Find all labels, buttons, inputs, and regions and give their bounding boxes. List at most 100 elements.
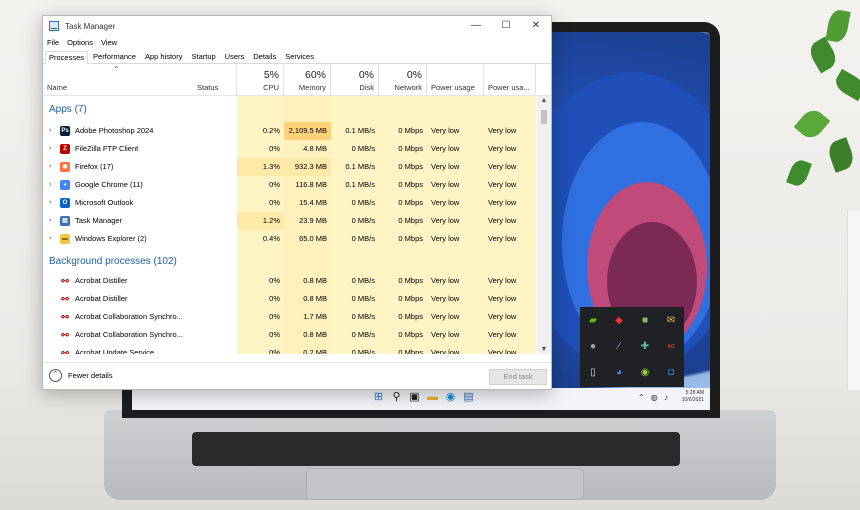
table-row[interactable]: ⚯ Acrobat Collaboration Synchro... 0% 0.8 M…: [43, 326, 536, 344]
table-row[interactable]: ⚯ Acrobat Distiller 0% 0.8 MB 0 MB/s 0 Mbps Ve…: [43, 272, 536, 290]
tab-app-history[interactable]: App history: [141, 50, 187, 63]
scroll-down-icon[interactable]: ▼: [537, 346, 551, 353]
memory-cell: 0.8 MB: [303, 276, 327, 285]
minimize-button[interactable]: —: [461, 16, 491, 36]
power-trend-cell: Very low: [488, 216, 517, 225]
disk-cell: 0 MB/s: [351, 234, 375, 243]
tab-startup[interactable]: Startup: [187, 50, 219, 63]
tab-users[interactable]: Users: [221, 50, 249, 63]
dropbox-icon[interactable]: ●: [580, 333, 606, 359]
group-header-background[interactable]: Background processes (102): [43, 254, 536, 272]
outlook-tray-icon[interactable]: ◘: [658, 359, 684, 385]
link-icon[interactable]: ∞: [658, 333, 684, 359]
network-cell: 0 Mbps: [398, 276, 423, 285]
process-name: Firefox (17): [75, 162, 114, 171]
chat-icon[interactable]: ■: [632, 307, 658, 333]
chevron-right-icon[interactable]: ›: [49, 194, 51, 212]
search-icon[interactable]: ⚲: [390, 391, 403, 404]
acrobat-icon: ⚯: [61, 348, 69, 354]
menu-view[interactable]: View: [101, 38, 117, 47]
file-explorer-icon[interactable]: ▬: [426, 391, 439, 404]
table-row[interactable]: › ◉ Firefox (17) 1.3% 932.3 MB 0.1 MB/s 0 Mbps…: [43, 158, 536, 176]
header-memory[interactable]: 60% Memory: [284, 64, 331, 95]
green-app-icon[interactable]: ◉: [632, 359, 658, 385]
cpu-cell: 0%: [269, 330, 280, 339]
menu-bar: File Options View: [43, 36, 551, 49]
nvidia-icon[interactable]: ▰: [580, 307, 606, 333]
header-status[interactable]: Status: [193, 64, 237, 95]
mail-icon[interactable]: ✉: [658, 307, 684, 333]
memory-cell: 1.7 MB: [303, 312, 327, 321]
chrome-tray-icon[interactable]: ◕: [606, 359, 632, 385]
acrobat-icon: ⚯: [61, 330, 69, 340]
vertical-scrollbar[interactable]: ▲ ▼: [537, 96, 551, 354]
table-row[interactable]: › ▬ Windows Explorer (2) 0.4% 65.0 MB 0 MB/s 0…: [43, 230, 536, 248]
tab-performance[interactable]: Performance: [89, 50, 140, 63]
header-cpu[interactable]: 5% CPU: [237, 64, 284, 95]
table-row[interactable]: › Ps Adobe Photoshop 2024 0.2% 2,109.5 MB 0.1…: [43, 122, 536, 140]
sort-up-icon: ⌃: [113, 65, 120, 74]
table-row[interactable]: › ▤ Task Manager 1.2% 23.9 MB 0 MB/s 0 Mbps Ver…: [43, 212, 536, 230]
tray-icons[interactable]: ⌃ ◍ ♪: [638, 393, 670, 402]
table-row[interactable]: ⚯ Acrobat Update Service 0% 0.2 MB 0 MB/s 0 M…: [43, 344, 536, 354]
tab-services[interactable]: Services: [281, 50, 318, 63]
cpu-cell: 0.4%: [262, 234, 280, 243]
network-cell: 0 Mbps: [398, 198, 423, 207]
header-power-usage[interactable]: Power usage: [427, 64, 484, 95]
plant-leaf: [825, 8, 851, 44]
chevron-right-icon[interactable]: ›: [49, 212, 51, 230]
puzzle-icon[interactable]: ✚: [632, 333, 658, 359]
table-row[interactable]: › O Microsoft Outlook 0% 15.4 MB 0 MB/s 0 Mbps…: [43, 194, 536, 212]
tab-details[interactable]: Details: [249, 50, 280, 63]
memory-cell: 15.4 MB: [299, 198, 327, 207]
scrollbar-thumb[interactable]: [541, 110, 547, 124]
disk-cell: 0.1 MB/s: [345, 126, 375, 135]
power-trend-cell: Very low: [488, 330, 517, 339]
task-view-icon[interactable]: ▣: [408, 391, 421, 404]
process-name: Acrobat Collaboration Synchro...: [75, 330, 183, 339]
tray-overflow-popup: ▰ ◆ ■ ✉ ● ∕ ✚ ∞ ▯ ◕ ◉ ◘: [580, 307, 684, 387]
note-icon[interactable]: ▯: [580, 359, 606, 385]
chevron-right-icon[interactable]: ›: [49, 140, 51, 158]
edge-icon[interactable]: ◉: [444, 391, 457, 404]
table-row[interactable]: › ◕ Google Chrome (11) 0% 116.8 MB 0.1 MB/s 0 …: [43, 176, 536, 194]
table-row[interactable]: › Z FileZilla FTP Client 0% 4.8 MB 0 MB/s 0 Mb…: [43, 140, 536, 158]
group-header-apps[interactable]: Apps (7): [43, 102, 536, 120]
menu-file[interactable]: File: [47, 38, 59, 47]
feather-icon[interactable]: ∕: [606, 333, 632, 359]
network-cell: 0 Mbps: [398, 294, 423, 303]
table-row[interactable]: ⚯ Acrobat Distiller 0% 0.8 MB 0 MB/s 0 Mbps Ve…: [43, 290, 536, 308]
header-network[interactable]: 0% Network: [379, 64, 427, 95]
memory-cell: 0.8 MB: [303, 330, 327, 339]
chevron-right-icon[interactable]: ›: [49, 122, 51, 140]
chevron-right-icon[interactable]: ›: [49, 230, 51, 248]
tab-processes[interactable]: Processes: [45, 51, 89, 64]
taskbar-clock[interactable]: 5:28 AM 10/6/2021: [682, 390, 704, 404]
maximize-button[interactable]: ☐: [491, 16, 521, 36]
chevron-right-icon[interactable]: ›: [49, 158, 51, 176]
menu-options[interactable]: Options: [67, 38, 93, 47]
power-trend-cell: Very low: [488, 234, 517, 243]
clock-date: 10/6/2021: [681, 397, 704, 403]
start-icon[interactable]: ⊞: [372, 391, 385, 404]
scroll-up-icon[interactable]: ▲: [537, 97, 551, 104]
task-manager-taskbar-icon[interactable]: ▤: [462, 391, 475, 404]
disk-cell: 0 MB/s: [351, 294, 375, 303]
power-cell: Very low: [431, 276, 460, 285]
end-task-button[interactable]: End task: [489, 369, 547, 385]
header-disk[interactable]: 0% Disk: [331, 64, 379, 95]
cpu-cell: 0%: [269, 348, 280, 354]
fewer-details-button[interactable]: ⌃ Fewer details: [49, 369, 113, 382]
table-row[interactable]: ⚯ Acrobat Collaboration Synchro... 0% 1.7 M…: [43, 308, 536, 326]
header-name[interactable]: ⌃ Name: [43, 64, 193, 95]
header-power-trend[interactable]: Power usa...: [484, 64, 536, 95]
close-button[interactable]: ✕: [521, 16, 551, 36]
power-trend-cell: Very low: [488, 126, 517, 135]
security-icon[interactable]: ◆: [606, 307, 632, 333]
process-name: Acrobat Distiller: [75, 294, 128, 303]
chevron-right-icon[interactable]: ›: [49, 176, 51, 194]
title-bar[interactable]: Task Manager — ☐ ✕: [43, 16, 551, 36]
memory-cell: 0.2 MB: [303, 348, 327, 354]
laptop-trackpad: [306, 468, 584, 500]
cpu-cell: 0%: [269, 294, 280, 303]
